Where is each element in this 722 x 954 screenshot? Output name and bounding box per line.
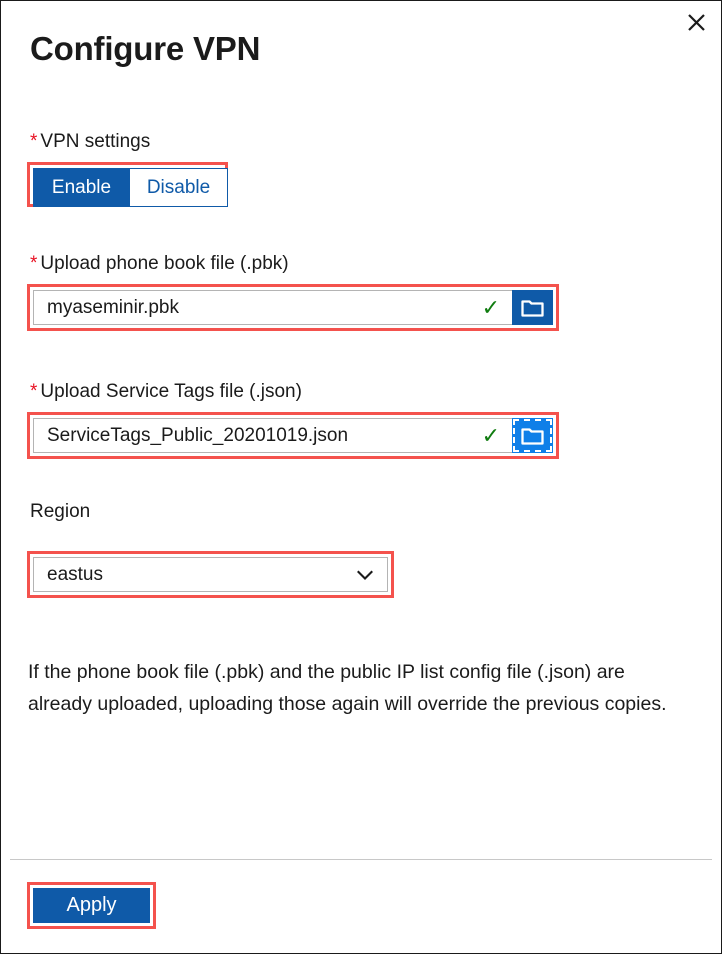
footer-divider	[10, 859, 712, 860]
required-asterisk: *	[30, 131, 38, 152]
phone-book-file-name: myaseminir.pbk	[47, 296, 179, 318]
close-icon	[687, 13, 706, 32]
service-tags-file-field[interactable]: ServiceTags_Public_20201019.json ✓	[33, 418, 512, 453]
apply-button[interactable]: Apply	[33, 888, 150, 923]
vpn-disable-option[interactable]: Disable	[130, 168, 228, 207]
service-tags-upload-highlight: ServiceTags_Public_20201019.json ✓	[27, 412, 559, 459]
service-tags-file-name: ServiceTags_Public_20201019.json	[47, 424, 349, 446]
service-tags-label-text: Upload Service Tags file (.json)	[40, 381, 302, 402]
phone-book-upload-row: myaseminir.pbk ✓	[33, 290, 553, 325]
region-select-highlight: eastus	[27, 551, 394, 598]
region-select-value: eastus	[47, 563, 103, 585]
apply-button-highlight: Apply	[27, 882, 156, 929]
folder-icon	[521, 426, 544, 445]
required-asterisk: *	[30, 381, 38, 402]
vpn-settings-label: * VPN settings	[30, 132, 150, 151]
service-tags-valid-icon: ✓	[481, 422, 500, 448]
upload-override-note: If the phone book file (.pbk) and the pu…	[28, 661, 667, 715]
page-title: Configure VPN	[30, 30, 261, 67]
phone-book-valid-icon: ✓	[481, 294, 500, 320]
service-tags-upload-row: ServiceTags_Public_20201019.json ✓	[33, 418, 553, 453]
phone-book-upload-highlight: myaseminir.pbk ✓	[27, 284, 559, 331]
vpn-settings-label-text: VPN settings	[40, 131, 151, 152]
region-select[interactable]: eastus	[33, 557, 388, 592]
phone-book-browse-button[interactable]	[512, 290, 553, 325]
configure-vpn-dialog: Configure VPN * VPN settings Enable Disab…	[0, 0, 722, 954]
region-label: Region	[30, 501, 91, 522]
required-asterisk: *	[30, 253, 38, 274]
service-tags-label: * Upload Service Tags file (.json)	[30, 382, 302, 401]
folder-icon	[521, 298, 544, 317]
vpn-settings-toggle: Enable Disable	[33, 168, 228, 207]
vpn-settings-toggle-highlight: Enable Disable	[27, 162, 228, 207]
phone-book-file-field[interactable]: myaseminir.pbk ✓	[33, 290, 512, 325]
close-button[interactable]	[675, 3, 717, 41]
service-tags-browse-button[interactable]	[512, 418, 553, 453]
chevron-down-icon	[357, 565, 373, 584]
phone-book-label-text: Upload phone book file (.pbk)	[40, 253, 289, 274]
vpn-enable-option[interactable]: Enable	[33, 168, 130, 207]
phone-book-label: * Upload phone book file (.pbk)	[30, 254, 289, 273]
